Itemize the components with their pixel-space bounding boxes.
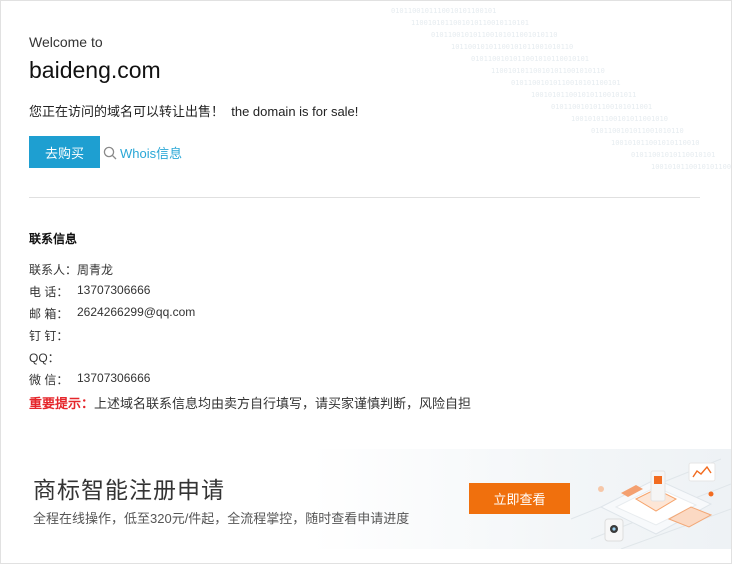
svg-text:100101011001010110010: 100101011001010110010 [611,139,700,147]
svg-text:10010101100101011001010: 10010101100101011001010 [571,115,668,123]
contact-label: 电 话： [29,285,69,299]
contact-title: 联系信息 [29,232,78,246]
whois-link[interactable]: Whois信息 [103,143,182,162]
search-icon [103,146,117,159]
contact-value: 13707306666 [77,283,151,297]
important-notice: 重要提示：上述域名联系信息均由卖方自行填写，请买家谨慎判断，风险自担 [29,393,471,412]
domain-name: baideng.com [29,57,161,83]
banner-subtitle: 全程在线操作，低至320元/件起，全流程掌控，随时查看申请进度 [33,511,410,526]
for-sale-text: 您正在访问的域名可以转让出售！ the domain is for sale! [29,104,359,119]
svg-text:0101100101011001010110: 0101100101011001010110 [591,127,684,135]
contact-row-name: 联系人： 周青龙 [29,261,113,278]
binary-background-pattern: 0101100101110010101100101 11001010110010… [391,7,731,171]
buy-button[interactable]: 去购买 [29,136,100,168]
contact-label: 微 信： [29,373,69,387]
svg-text:1100101011001010110010110101: 1100101011001010110010110101 [411,19,529,27]
contact-row-dingtalk: 钉 钉： [29,327,77,344]
contact-value: 周青龙 [77,263,114,277]
divider [29,197,700,198]
contact-row-email: 邮 箱： 2624266299@qq.com [29,305,195,322]
page-frame: 0101100101110010101100101 11001010110010… [0,0,732,564]
contact-row-wechat: 微 信： 13707306666 [29,371,150,388]
contact-row-qq: QQ： [29,349,77,366]
view-now-button[interactable]: 立即查看 [469,483,570,514]
contact-label: QQ： [29,351,60,365]
contact-label: 钉 钉： [29,329,69,343]
svg-text:10110010101100101011001010110: 10110010101100101011001010110 [451,43,573,51]
welcome-text: Welcome to [29,34,103,50]
banner-illustration [570,458,731,549]
banner-title: 商标智能注册申请 [33,477,225,503]
contact-label: 邮 箱： [29,307,69,321]
svg-text:01011001010110010101100101: 01011001010110010101100101 [511,79,621,87]
svg-text:110010101100101011001010110: 110010101100101011001010110 [491,67,605,75]
notice-label: 重要提示： [29,396,95,411]
trademark-banner[interactable]: 商标智能注册申请 全程在线操作，低至320元/件起，全流程掌控，随时查看申请进度… [1,449,731,549]
svg-text:1001010110010101100101011: 1001010110010101100101011 [531,91,636,99]
svg-text:0101100101110010101100101: 0101100101110010101100101 [391,7,496,15]
svg-text:1001010110010101100: 1001010110010101100 [651,163,731,171]
contact-label: 联系人： [29,263,78,277]
contact-row-phone: 电 话： 13707306666 [29,283,150,300]
svg-text:010110010101100101011001: 010110010101100101011001 [551,103,652,111]
svg-text:010110010101100101011001010110: 010110010101100101011001010110 [431,31,557,39]
notice-text: 上述域名联系信息均由卖方自行填写，请买家谨慎判断，风险自担 [94,396,472,411]
contact-value: 13707306666 [77,371,151,385]
whois-link-label: Whois信息 [120,146,183,161]
contact-value: 2624266299@qq.com [77,305,196,319]
svg-text:01011001010110010101: 01011001010110010101 [631,151,715,159]
svg-text:0101100101011001010110010101: 0101100101011001010110010101 [471,55,589,63]
